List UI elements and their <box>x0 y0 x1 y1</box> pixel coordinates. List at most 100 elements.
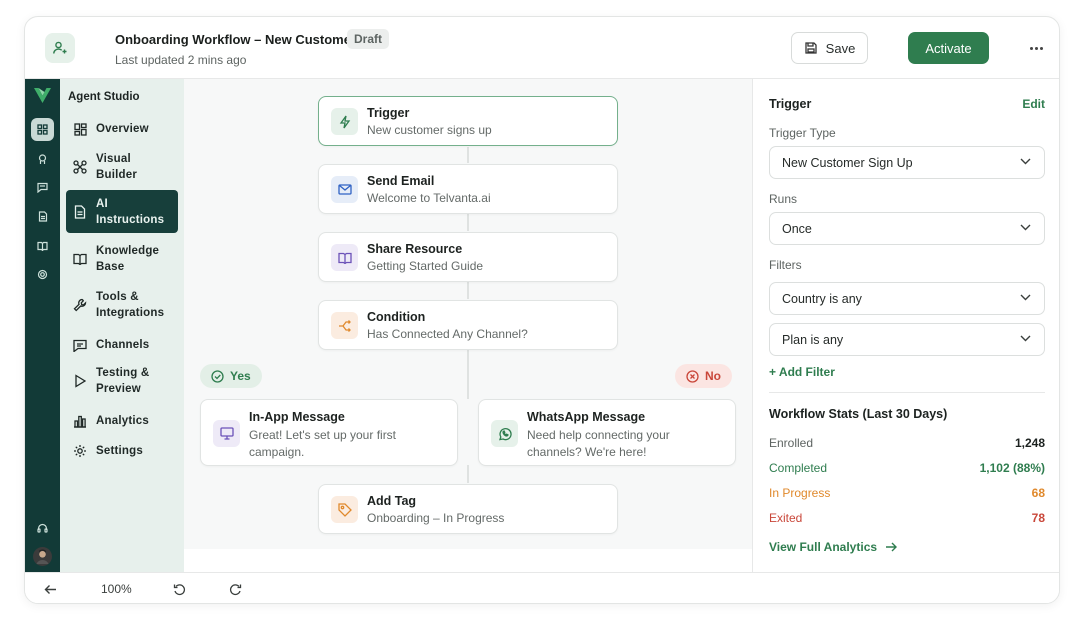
edit-link[interactable]: Edit <box>1022 97 1045 111</box>
branch-yes-label: Yes <box>200 364 262 388</box>
stat-row-completed: Completed 1,102 (88%) <box>769 461 1045 477</box>
save-icon <box>805 42 817 54</box>
sidebar-item-ai-instructions[interactable]: AI Instructions <box>66 190 178 233</box>
book-icon <box>72 251 88 267</box>
connector <box>467 465 469 483</box>
node-title: Add Tag <box>367 494 417 508</box>
add-filter-button[interactable]: + Add Filter <box>769 365 835 379</box>
dashboard-icon[interactable] <box>31 118 54 141</box>
app-window: Onboarding Workflow – New Customer Draft… <box>24 16 1060 604</box>
connector <box>467 281 469 299</box>
stat-row-exited: Exited 78 <box>769 511 1045 527</box>
condition-node[interactable]: Condition Has Connected Any Channel? <box>318 300 618 350</box>
sidebar-item-overview[interactable]: Overview <box>66 117 178 141</box>
more-options-icon[interactable] <box>1025 39 1047 57</box>
redo-icon[interactable] <box>229 581 242 597</box>
zoom-level[interactable]: 100% <box>101 582 132 596</box>
node-subtitle: New customer signs up <box>367 123 492 137</box>
logo-icon[interactable] <box>33 87 52 109</box>
node-title: WhatsApp Message <box>527 410 646 424</box>
trigger-type-value: New Customer Sign Up <box>782 155 913 170</box>
sidebar-item-tools-integrations[interactable]: Tools & Integrations <box>66 287 178 323</box>
last-updated-text: Last updated 2 mins ago <box>115 53 247 67</box>
properties-panel: Trigger Edit Trigger Type New Customer S… <box>752 79 1059 572</box>
filter-plan-select[interactable]: Plan is any <box>769 323 1045 356</box>
user-avatar[interactable] <box>31 545 54 568</box>
grid-icon <box>72 121 88 137</box>
save-label: Save <box>825 40 856 56</box>
trigger-type-label: Trigger Type <box>769 126 836 140</box>
panel-title: Trigger <box>769 97 812 111</box>
document-icon[interactable] <box>31 205 54 228</box>
icon-rail <box>25 79 60 572</box>
chevron-down-icon <box>1020 335 1031 342</box>
sidebar-item-label: AI Instructions <box>96 197 165 226</box>
x-circle-icon <box>686 369 699 383</box>
header: Onboarding Workflow – New Customer Draft… <box>25 17 1059 79</box>
add-tag-node[interactable]: Add Tag Onboarding – In Progress <box>318 484 618 534</box>
save-button[interactable]: Save <box>791 32 868 64</box>
in-app-message-node[interactable]: In-App Message Great! Let's set up your … <box>200 399 458 466</box>
sidebar-title: Agent Studio <box>68 91 140 103</box>
activate-button[interactable]: Activate <box>908 32 989 64</box>
divider <box>769 392 1045 393</box>
sidebar-item-visual-builder[interactable]: Visual Builder <box>66 149 178 185</box>
whatsapp-message-node[interactable]: WhatsApp Message Need help connecting yo… <box>478 399 736 466</box>
stats-title: Workflow Stats (Last 30 Days) <box>769 407 948 421</box>
connector <box>467 213 469 231</box>
connector <box>467 349 469 399</box>
trigger-type-select[interactable]: New Customer Sign Up <box>769 146 1045 179</box>
workflow-canvas[interactable]: Trigger New customer signs up Send Email… <box>184 79 752 549</box>
document-icon <box>72 204 88 220</box>
branch-no-label: No <box>675 364 732 388</box>
send-email-node[interactable]: Send Email Welcome to Telvanta.ai <box>318 164 618 214</box>
book-icon[interactable] <box>31 234 54 257</box>
trigger-node[interactable]: Trigger New customer signs up <box>318 96 618 146</box>
sidebar-item-analytics[interactable]: Analytics <box>66 409 178 433</box>
whatsapp-icon <box>491 420 518 447</box>
filter-country-select[interactable]: Country is any <box>769 282 1045 315</box>
undo-icon[interactable] <box>173 581 186 597</box>
runs-label: Runs <box>769 192 798 206</box>
stat-label: Enrolled <box>769 436 814 450</box>
node-title: Trigger <box>367 106 410 120</box>
monitor-icon <box>213 420 240 447</box>
sidebar: Agent Studio Overview Visual Builder AI … <box>60 79 184 572</box>
node-title: Condition <box>367 310 426 324</box>
branch-yes-text: Yes <box>230 369 251 383</box>
chat-icon[interactable] <box>31 176 54 199</box>
sidebar-item-knowledge-base[interactable]: Knowledge Base <box>66 241 178 277</box>
sidebar-item-channels[interactable]: Channels <box>66 333 178 357</box>
check-circle-icon <box>211 369 224 383</box>
runs-select[interactable]: Once <box>769 212 1045 245</box>
workflow-icon <box>72 159 88 175</box>
arrow-right-icon <box>886 542 898 552</box>
share-resource-node[interactable]: Share Resource Getting Started Guide <box>318 232 618 282</box>
lightning-icon <box>331 108 358 135</box>
bot-icon[interactable] <box>31 148 54 171</box>
sidebar-item-testing-preview[interactable]: Testing & Preview <box>66 363 178 399</box>
stat-row-enrolled: Enrolled 1,248 <box>769 436 1045 452</box>
stat-label: In Progress <box>769 486 831 500</box>
branch-no-text: No <box>705 369 721 383</box>
stat-row-in-progress: In Progress 68 <box>769 486 1045 502</box>
connector <box>467 147 469 163</box>
chevron-down-icon <box>1020 294 1031 301</box>
sidebar-item-label: Testing & Preview <box>96 367 150 395</box>
sidebar-item-label: Knowledge Base <box>96 245 160 273</box>
back-arrow-icon[interactable] <box>44 581 57 597</box>
workflow-title: Onboarding Workflow – New Customer <box>115 32 357 47</box>
user-plus-icon <box>45 33 75 63</box>
sidebar-item-settings[interactable]: Settings <box>66 439 178 463</box>
node-subtitle: Great! Let's set up your first campaign. <box>249 428 397 459</box>
headset-icon[interactable] <box>31 517 54 540</box>
chevron-down-icon <box>1020 224 1031 231</box>
stat-label: Completed <box>769 461 828 475</box>
view-analytics-link[interactable]: View Full Analytics <box>769 540 898 554</box>
sidebar-item-label: Analytics <box>96 415 149 427</box>
settings-icon[interactable] <box>31 263 54 286</box>
gear-icon <box>72 443 88 459</box>
bar-chart-icon <box>72 413 88 429</box>
filters-label: Filters <box>769 258 802 272</box>
wrench-icon <box>72 297 88 313</box>
